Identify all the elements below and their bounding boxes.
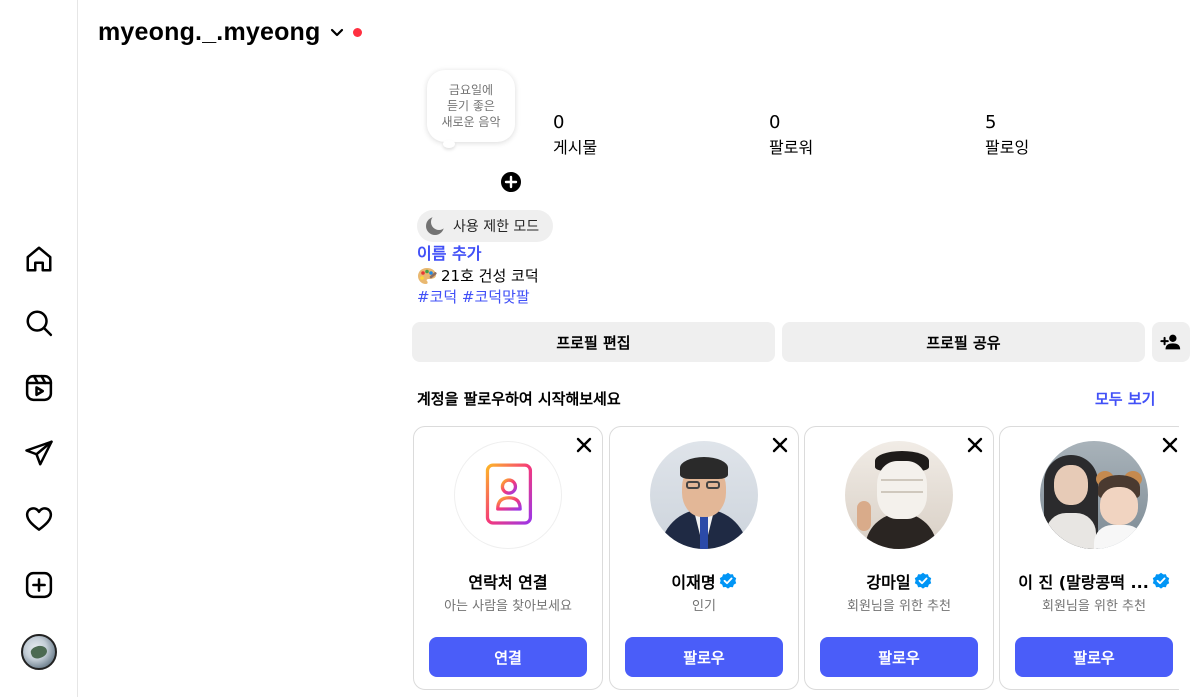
moon-icon [426,216,445,235]
notification-dot [352,27,362,37]
follow-button[interactable]: 팔로우 [625,637,783,677]
chevron-down-icon[interactable] [329,24,345,40]
stat-posts[interactable]: 0 게시물 [553,112,597,160]
stat-value: 5 [985,112,997,133]
profile-picture[interactable] [1040,441,1148,549]
stat-value: 0 [553,112,565,133]
restricted-mode-badge[interactable]: 사용 제한 모드 [417,210,554,242]
card-name[interactable]: 연락처 연결 [468,569,547,593]
search-icon[interactable] [21,305,57,341]
card-subtitle: 아는 사람을 찾아보세요 [444,599,572,614]
plus-square-icon[interactable] [21,567,57,603]
suggestion-card: 이 진 (말랑콩떡 ... 회원님을 위한 추천 팔로우 [999,426,1179,690]
suggestion-card: 연락처 연결 아는 사람을 찾아보세요 연결 [413,426,603,690]
add-name-link[interactable]: 이름 추가 [417,243,481,265]
card-name-row: 연락처 연결 [414,569,602,593]
suggestion-card: 강마일 회원님을 위한 추천 팔로우 [804,426,994,690]
card-subtitle: 인기 [692,599,716,614]
username-header: myeong._.myeong [98,16,362,48]
close-icon[interactable] [576,437,592,453]
heart-icon[interactable] [21,501,57,537]
card-name-row: 강마일 [805,569,993,593]
stat-label: 팔로워 [769,138,814,157]
close-icon[interactable] [967,437,983,453]
note-tail [443,140,455,148]
suggestion-card: 이재명 인기 팔로우 [609,426,799,690]
verified-badge-icon [719,572,736,589]
restricted-mode-label: 사용 제한 모드 [453,219,540,235]
stat-followers[interactable]: 0 팔로워 [769,112,813,160]
bio-text: 21호 건성 코덕 [441,267,539,285]
add-person-icon [1160,334,1181,350]
send-icon[interactable] [21,435,57,471]
stat-value: 0 [769,112,781,133]
contacts-book-icon [454,441,562,549]
card-name[interactable]: 강마일 [866,569,910,593]
stat-following[interactable]: 5 팔로잉 [985,112,1029,160]
close-icon[interactable] [1162,437,1178,453]
follow-button[interactable]: 팔로우 [1015,637,1173,677]
profile-picture[interactable] [650,441,758,549]
discover-people-button[interactable] [1152,322,1190,362]
suggestions-title: 계정을 팔로우하여 시작해보세요 [417,390,621,408]
reels-icon[interactable] [21,370,57,406]
profile-picture[interactable] [845,441,953,549]
bio-hashtags[interactable]: #코덕 #코덕맞팔 [417,286,530,308]
card-subtitle: 회원님을 위한 추천 [1042,599,1146,614]
stat-label: 게시물 [553,138,598,157]
card-name[interactable]: 이재명 [671,569,715,593]
add-story-icon[interactable] [499,170,523,194]
see-all-link[interactable]: 모두 보기 [1095,388,1155,410]
note-text: 금요일에 듣기 좋은 새로운 음악 [441,83,501,129]
card-subtitle: 회원님을 위한 추천 [847,599,951,614]
palette-emoji-icon [417,267,437,285]
verified-badge-icon [1152,572,1169,589]
home-icon[interactable] [21,241,57,277]
close-icon[interactable] [772,437,788,453]
suggestion-cards: 연락처 연결 아는 사람을 찾아보세요 연결 이재명 인기 팔로우 강마일 회원… [413,426,1179,692]
edit-profile-button[interactable]: 프로필 편집 [412,322,775,362]
bio: 21호 건성 코덕 [417,265,539,287]
avatar[interactable] [21,634,57,670]
profile-note[interactable]: 금요일에 듣기 좋은 새로운 음악 [427,70,515,142]
username[interactable]: myeong._.myeong [98,18,321,47]
share-profile-button[interactable]: 프로필 공유 [782,322,1145,362]
stat-label: 팔로잉 [985,138,1030,157]
follow-button[interactable]: 팔로우 [820,637,978,677]
left-nav [0,0,78,697]
card-name-row: 이 진 (말랑콩떡 ... [1000,569,1179,593]
card-name[interactable]: 이 진 (말랑콩떡 ... [1018,569,1149,593]
card-name-row: 이재명 [610,569,798,593]
verified-badge-icon [914,572,931,589]
connect-button[interactable]: 연결 [429,637,587,677]
